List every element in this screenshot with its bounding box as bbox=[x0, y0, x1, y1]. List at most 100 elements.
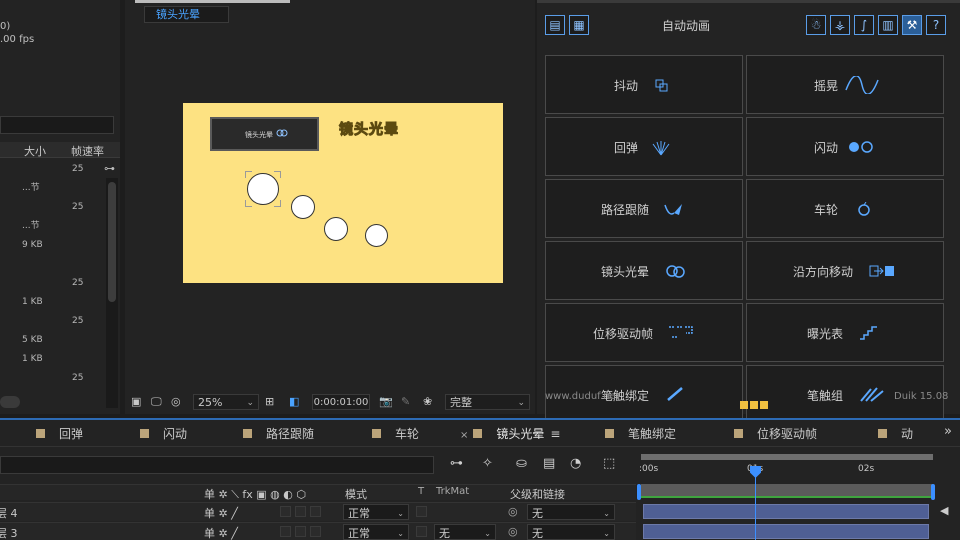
comp-canvas[interactable]: 镜头光晕 镜头光晕 bbox=[183, 103, 503, 283]
project-item-row[interactable]: 25 bbox=[0, 160, 104, 179]
project-item-row[interactable]: 1 KB bbox=[0, 350, 104, 369]
project-item-row[interactable] bbox=[0, 255, 104, 274]
layer-row[interactable]: 层 4 单 ✲ ╱ 正常 ⌄ ◎ 无 ⌄ bbox=[0, 502, 636, 521]
project-item-row[interactable]: 25 bbox=[0, 369, 104, 388]
graph-editor-icon[interactable]: ⬚ bbox=[603, 456, 615, 471]
project-item-row[interactable]: 5 KB bbox=[0, 331, 104, 350]
shy-icon[interactable]: ⛀ bbox=[516, 456, 527, 471]
tab-menu-icon[interactable]: ≡ bbox=[550, 427, 560, 441]
project-item-row[interactable]: 1 KB bbox=[0, 293, 104, 312]
scroll-arrow-icon[interactable]: ◀ bbox=[940, 504, 948, 517]
blend-mode-dropdown[interactable]: 正常 ⌄ bbox=[343, 524, 409, 540]
motion-blur-icon[interactable]: ◔ bbox=[570, 456, 581, 471]
rigging-icon[interactable]: ☃ bbox=[806, 15, 826, 35]
time-ruler[interactable]: :00s 01s 02s bbox=[637, 450, 935, 540]
circle-layer-4[interactable] bbox=[365, 224, 388, 247]
tab-bounce[interactable]: 回弹 bbox=[36, 425, 83, 442]
column-t[interactable]: T bbox=[418, 486, 424, 497]
trkmat-dropdown[interactable]: 无 ⌄ bbox=[434, 524, 496, 540]
camera-tools-icon[interactable]: ▥ bbox=[878, 15, 898, 35]
project-item-row[interactable]: 25 bbox=[0, 312, 104, 331]
column-trkmat[interactable]: TrkMat bbox=[436, 486, 469, 497]
swing-button[interactable]: 摇晃 bbox=[746, 55, 944, 114]
path-follow-button[interactable]: 路径跟随 bbox=[545, 179, 743, 238]
project-item-row[interactable]: 25 bbox=[0, 198, 104, 217]
frame-blend-icon[interactable]: ▤ bbox=[543, 456, 555, 471]
lens-flare-button[interactable]: 镜头光晕 bbox=[545, 241, 743, 300]
project-item-row[interactable]: 25 bbox=[0, 274, 104, 293]
tab-distance-link[interactable]: 位移驱动帧 bbox=[734, 425, 817, 442]
color-channel-icon[interactable]: ❀ bbox=[423, 394, 432, 410]
timecode-field[interactable]: 0:00:01:00 bbox=[312, 394, 370, 410]
tab-paint-rig[interactable]: 笔触绑定 bbox=[605, 425, 676, 442]
close-tab-icon[interactable]: × bbox=[460, 430, 468, 441]
layer-duration-bar[interactable] bbox=[643, 524, 929, 539]
viewer-area[interactable]: 镜头光晕 镜头光晕 bbox=[125, 26, 535, 388]
zoom-dropdown[interactable]: 25% ⌄ bbox=[193, 394, 259, 410]
monitor-icon[interactable]: 🖵 bbox=[151, 394, 162, 410]
project-search-input[interactable] bbox=[0, 116, 114, 134]
project-hscroll[interactable] bbox=[0, 396, 20, 408]
automation-icon[interactable]: ⚶ bbox=[830, 15, 850, 35]
circle-layer-2[interactable] bbox=[291, 195, 315, 219]
project-item-row[interactable]: ...节 bbox=[0, 179, 104, 198]
pick-whip-icon[interactable]: ◎ bbox=[508, 525, 518, 538]
tab-wheel[interactable]: 车轮 bbox=[372, 425, 419, 442]
timeline-search-input[interactable] bbox=[0, 456, 434, 474]
duik-footer-url[interactable]: www.duduf.net bbox=[545, 391, 620, 402]
document-icon[interactable]: ▤ bbox=[545, 15, 565, 35]
region-icon[interactable]: ▣ bbox=[131, 394, 141, 410]
layer-switches[interactable]: 单 ✲ ╱ bbox=[204, 525, 238, 540]
bounce-button[interactable]: 回弹 bbox=[545, 117, 743, 176]
scroll-thumb[interactable] bbox=[108, 182, 116, 302]
project-item-row[interactable]: 9 KB bbox=[0, 236, 104, 255]
animation-icon[interactable]: ∫ bbox=[854, 15, 874, 35]
wheel-button[interactable]: 车轮 bbox=[746, 179, 944, 238]
column-size[interactable]: 大小 bbox=[24, 143, 46, 159]
project-scrollbar[interactable] bbox=[106, 178, 118, 408]
layer-row[interactable]: 层 3 单 ✲ ╱ 正常 ⌄ 无 ⌄ ◎ 无 ⌄ bbox=[0, 522, 636, 540]
project-item-row[interactable]: ...节 bbox=[0, 217, 104, 236]
column-fps[interactable]: 帧速率 bbox=[71, 143, 104, 159]
comp-tab[interactable]: 镜头光晕 bbox=[144, 6, 229, 23]
layer-duration-bar[interactable] bbox=[643, 504, 929, 519]
layer-name[interactable]: 层 3 bbox=[0, 525, 18, 540]
exposure-button[interactable]: 曝光表 bbox=[746, 303, 944, 362]
layer-name[interactable]: 层 4 bbox=[0, 505, 18, 521]
tab-path-follow[interactable]: 路径跟随 bbox=[243, 425, 314, 442]
work-area-end-handle[interactable] bbox=[931, 484, 935, 500]
resolution-icon[interactable]: ⊞ bbox=[265, 394, 274, 410]
camera-icon[interactable]: 📷 bbox=[379, 394, 393, 410]
work-area-start-handle[interactable] bbox=[637, 484, 641, 500]
tab-overflow[interactable]: 动 bbox=[878, 425, 913, 442]
canvas-title-text[interactable]: 镜头光晕 bbox=[339, 119, 399, 139]
layer-switches[interactable]: 单 ✲ ╱ bbox=[204, 505, 238, 521]
help-icon[interactable]: ? bbox=[926, 15, 946, 35]
column-parent[interactable]: 父级和链接 bbox=[510, 486, 565, 502]
circle-layer-1[interactable] bbox=[247, 173, 279, 205]
mask-icon[interactable]: ◎ bbox=[171, 394, 181, 410]
snapshot-icon[interactable]: ✎ bbox=[401, 394, 410, 410]
blink-button[interactable]: 闪动 bbox=[746, 117, 944, 176]
pick-whip-icon[interactable]: ◎ bbox=[508, 505, 518, 518]
wiggle-button[interactable]: 抖动 bbox=[545, 55, 743, 114]
column-mode[interactable]: 模式 bbox=[345, 486, 367, 502]
flowchart-icon[interactable]: ⊶ bbox=[104, 162, 115, 175]
time-navigator[interactable] bbox=[641, 484, 933, 496]
circle-layer-3[interactable] bbox=[324, 217, 348, 241]
comp-flow-icon[interactable]: ⊶ bbox=[450, 456, 463, 471]
parent-dropdown[interactable]: 无 ⌄ bbox=[527, 524, 615, 540]
distance-link-button[interactable]: 位移驱动帧 bbox=[545, 303, 743, 362]
mini-panel-layer[interactable]: 镜头光晕 bbox=[210, 117, 319, 151]
draft-3d-icon[interactable]: ✧ bbox=[482, 456, 493, 471]
work-area-bar[interactable] bbox=[641, 454, 933, 460]
calculator-icon[interactable]: ▦ bbox=[569, 15, 589, 35]
tab-blink[interactable]: 闪动 bbox=[140, 425, 187, 442]
move-away-button[interactable]: 沿方向移动 bbox=[746, 241, 944, 300]
parent-dropdown[interactable]: 无 ⌄ bbox=[527, 504, 615, 520]
tools-icon[interactable]: ⚒ bbox=[902, 15, 922, 35]
transparency-grid-icon[interactable]: ◧ bbox=[289, 394, 299, 410]
chevron-right-icon[interactable]: » bbox=[944, 424, 952, 439]
quality-dropdown[interactable]: 完整 ⌄ bbox=[445, 394, 530, 410]
blend-mode-dropdown[interactable]: 正常 ⌄ bbox=[343, 504, 409, 520]
